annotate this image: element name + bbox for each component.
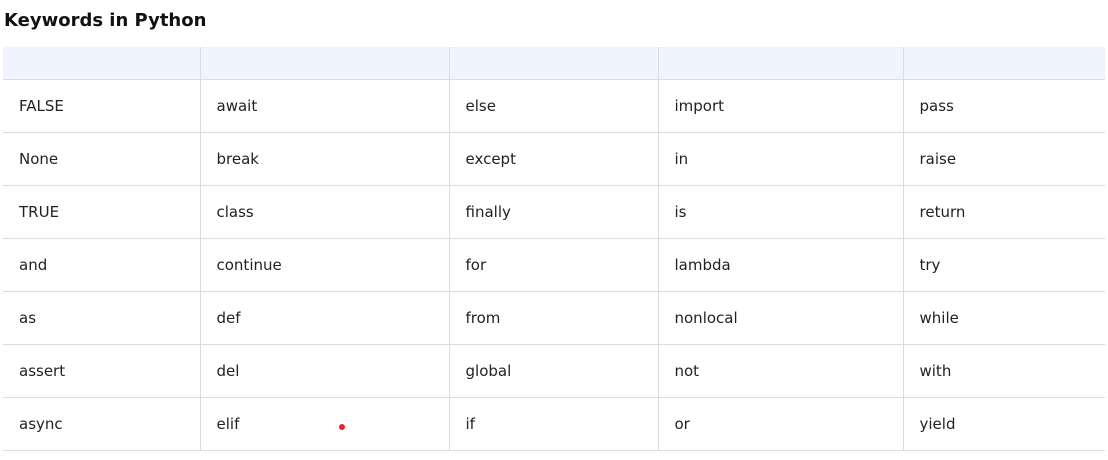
table-cell: continue	[199, 238, 449, 292]
column-header	[902, 47, 1105, 80]
table-cell: None	[3, 132, 200, 186]
column-header	[199, 47, 449, 80]
table-cell: del	[199, 344, 449, 398]
table-cell: def	[199, 291, 449, 345]
table-cell: pass	[902, 79, 1105, 133]
table-cell: raise	[902, 132, 1105, 186]
table-cell: class	[199, 185, 449, 239]
table-cell: yield	[902, 397, 1105, 451]
table-cell: finally	[448, 185, 658, 239]
table-row: as def from nonlocal while	[3, 291, 1105, 345]
keywords-table: FALSE await else import pass None break except i…	[3, 47, 1105, 451]
column-header	[657, 47, 903, 80]
table-row: FALSE await else import pass	[3, 79, 1105, 133]
table-cell: try	[902, 238, 1105, 292]
table-cell: as	[3, 291, 200, 345]
table-cell: await	[199, 79, 449, 133]
table-cell: while	[902, 291, 1105, 345]
table-cell: from	[448, 291, 658, 345]
table-row: None break except in raise	[3, 132, 1105, 186]
column-header	[3, 47, 200, 80]
table-cell: lambda	[657, 238, 903, 292]
table-cell: nonlocal	[657, 291, 903, 345]
table-cell: except	[448, 132, 658, 186]
table-cell: with	[902, 344, 1105, 398]
table-cell: break	[199, 132, 449, 186]
table-row: assert del global not with	[3, 344, 1105, 398]
table-row: async elif if or yield	[3, 397, 1105, 451]
column-header	[448, 47, 658, 80]
table-cell: global	[448, 344, 658, 398]
table-cell: assert	[3, 344, 200, 398]
table-row: and continue for lambda try	[3, 238, 1105, 292]
table-cell: not	[657, 344, 903, 398]
table-cell: elif	[199, 397, 449, 451]
cursor-dot	[339, 424, 345, 430]
table-cell: return	[902, 185, 1105, 239]
table-cell: async	[3, 397, 200, 451]
table-cell: else	[448, 79, 658, 133]
table-cell: and	[3, 238, 200, 292]
table-cell: FALSE	[3, 79, 200, 133]
table-cell: TRUE	[3, 185, 200, 239]
table-cell: if	[448, 397, 658, 451]
table-row: TRUE class finally is return	[3, 185, 1105, 239]
table-cell: or	[657, 397, 903, 451]
table-cell: in	[657, 132, 903, 186]
table-header-row	[3, 47, 1105, 80]
table-cell: for	[448, 238, 658, 292]
table-cell: is	[657, 185, 903, 239]
page-title: Keywords in Python	[4, 10, 207, 31]
table-cell: import	[657, 79, 903, 133]
